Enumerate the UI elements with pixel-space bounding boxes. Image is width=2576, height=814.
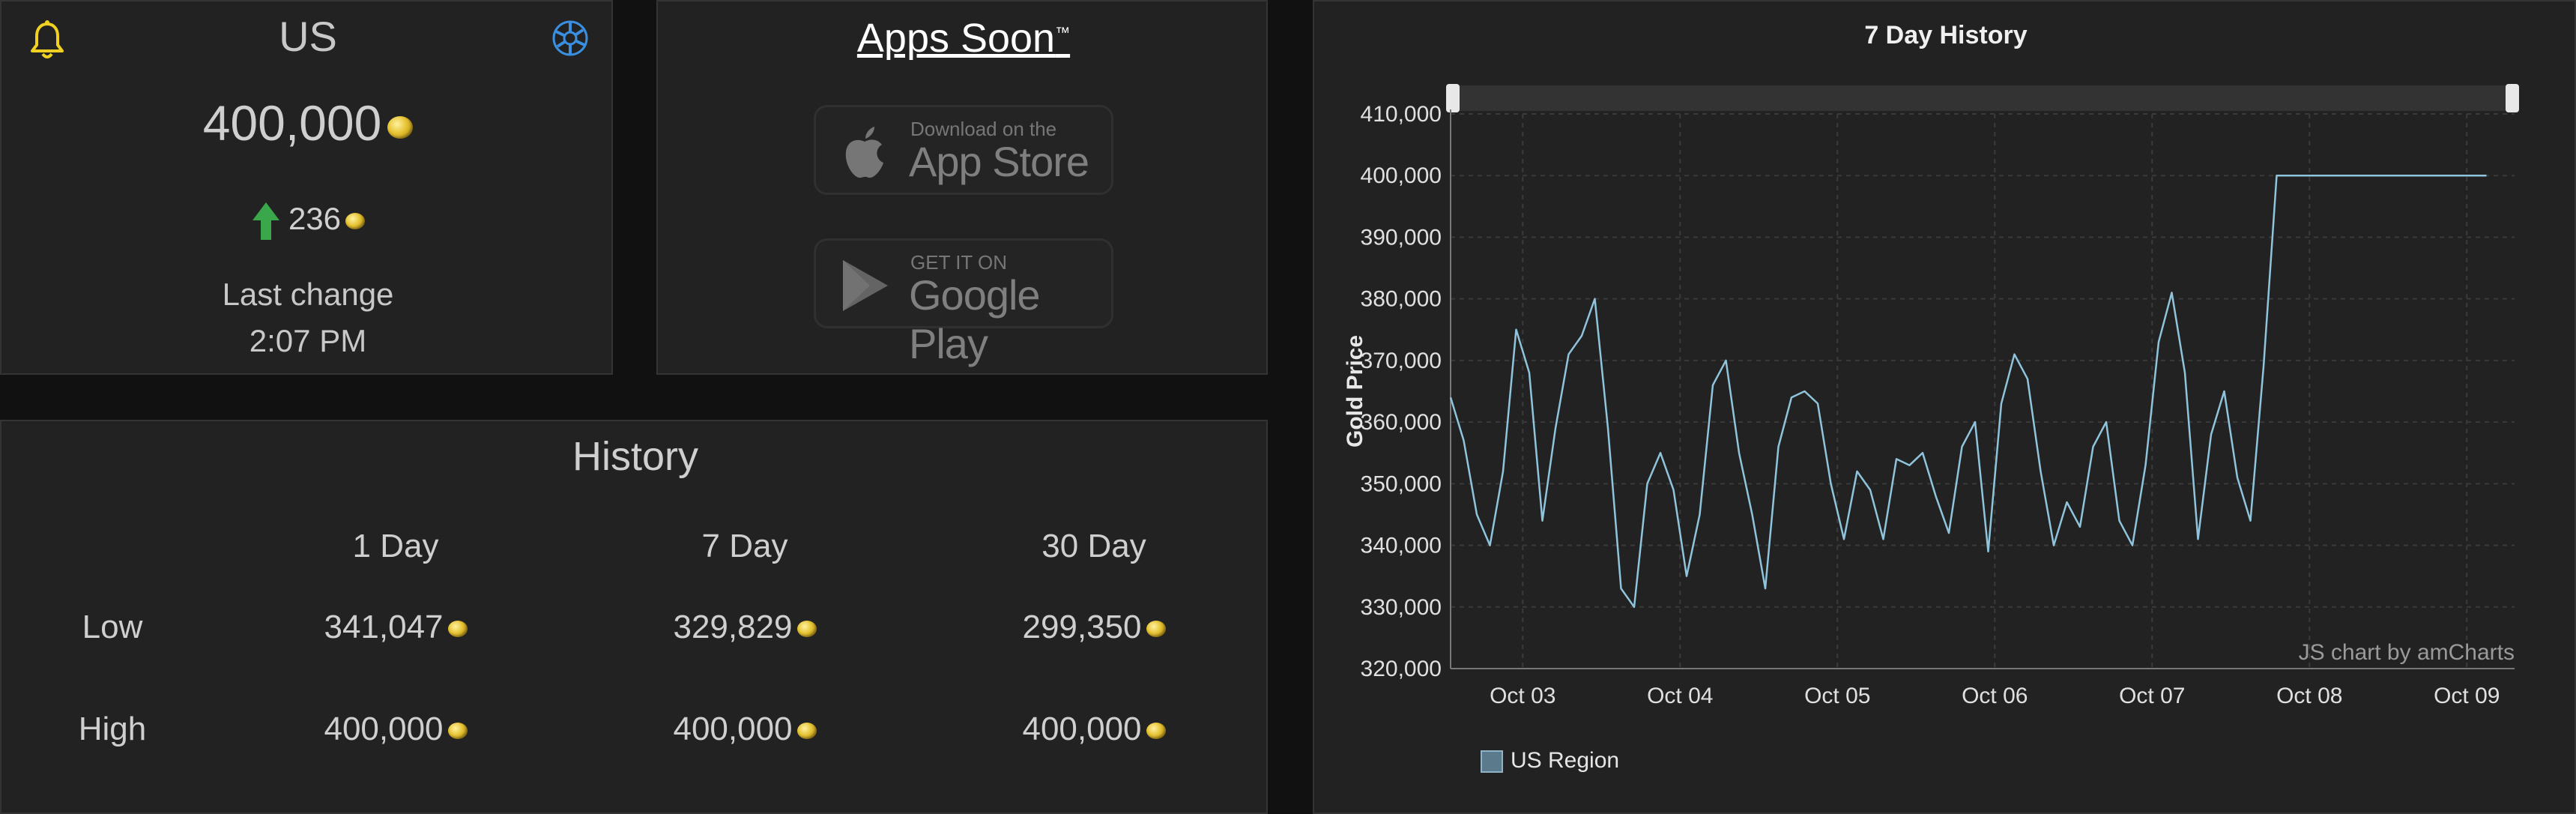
y-tick-label: 360,000: [1361, 410, 1442, 435]
history-row-label-high: High: [78, 711, 147, 747]
history-column-1day: 1 Day: [352, 528, 439, 564]
history-row-label-low: Low: [82, 609, 143, 645]
gold-coin-icon: [447, 621, 468, 638]
scrollbar-right-grip: [2506, 84, 2519, 112]
up-arrow-icon: [252, 202, 279, 240]
gold-coin-icon: [447, 723, 468, 740]
history-column-7day: 7 Day: [701, 528, 788, 564]
google-play-big-text: Google Play: [909, 271, 1041, 367]
history-cell: 329,829: [617, 609, 872, 646]
gold-coin-icon: [345, 213, 366, 229]
chart-scrollbar: [1451, 85, 2510, 111]
gold-coin-icon: [387, 115, 414, 139]
current-price-value: 400,000: [202, 95, 382, 151]
x-tick-label: Oct 08: [2276, 684, 2342, 708]
x-tick-label: Oct 05: [1804, 684, 1870, 708]
y-tick-label: 340,000: [1361, 534, 1442, 558]
region-logo-icon[interactable]: [548, 16, 592, 60]
apple-icon: [845, 127, 883, 178]
y-tick-label: 350,000: [1361, 471, 1442, 496]
last-change: Last change 2:07 PM: [1, 271, 614, 364]
history-cell: 400,000: [268, 711, 523, 748]
x-tick-label: Oct 06: [1962, 684, 2028, 708]
x-tick-label: Oct 07: [2119, 684, 2185, 708]
last-change-time: 2:07 PM: [249, 323, 367, 358]
apps-title-text: Apps Soon: [856, 16, 1056, 61]
history-cell: 400,000: [967, 711, 1221, 748]
legend-label: US Region: [1511, 748, 1620, 773]
history-cell: 299,350: [967, 609, 1221, 646]
x-tick-label: Oct 09: [2434, 684, 2500, 708]
y-tick-label: 320,000: [1361, 657, 1442, 681]
y-tick-label: 400,000: [1361, 163, 1442, 188]
apps-title[interactable]: Apps Soon™: [658, 15, 1269, 61]
app-store-badge[interactable]: Download on the App Store: [814, 105, 1113, 195]
history-value: 400,000: [1022, 711, 1142, 747]
x-tick-label: Oct 04: [1647, 684, 1713, 708]
line-chart[interactable]: 320,000 330,000 340,000 350,000 360,000 370,0…: [1314, 1, 2575, 813]
history-value: 341,047: [324, 609, 444, 645]
history-cell: 400,000: [617, 711, 872, 748]
gold-coin-icon: [796, 723, 817, 740]
gold-coin-icon: [1146, 723, 1166, 740]
last-change-label: Last change: [222, 277, 394, 312]
history-card: History 1 Day 7 Day 30 Day Low 341,047 3…: [0, 420, 1268, 814]
history-title: History: [572, 434, 698, 479]
apps-card: Apps Soon™ Download on the App Store GET…: [656, 0, 1268, 375]
y-axis-label: Gold Price: [1343, 335, 1367, 447]
price-card: US 400,000 236 Last change 2:07 PM: [0, 0, 613, 375]
history-cell: 341,047: [268, 609, 523, 646]
history-column-30day: 30 Day: [1041, 528, 1146, 564]
y-tick-label: 370,000: [1361, 349, 1442, 373]
y-tick-label: 390,000: [1361, 225, 1442, 250]
series-line-us-region: [1449, 174, 2487, 609]
history-value: 299,350: [1022, 609, 1142, 645]
scrollbar-left-grip: [1446, 84, 1460, 112]
google-play-badge[interactable]: GET IT ON Google Play: [814, 238, 1113, 367]
chart-credit: JS chart by amCharts: [2299, 640, 2515, 665]
gold-coin-icon: [1146, 621, 1166, 638]
chart-legend[interactable]: US Region: [1481, 748, 1619, 774]
y-tick-label: 410,000: [1361, 102, 1442, 127]
current-price: 400,000: [1, 94, 614, 151]
app-store-big-text: App Store: [909, 138, 1089, 185]
price-change: 236: [1, 201, 614, 241]
legend-swatch: [1481, 750, 1503, 774]
y-tick-label: 380,000: [1361, 287, 1442, 312]
x-tick-label: Oct 03: [1490, 684, 1555, 708]
trademark: ™: [1055, 25, 1071, 41]
region-name: US: [279, 13, 337, 60]
gold-coin-icon: [796, 621, 817, 638]
history-value: 400,000: [324, 711, 444, 747]
history-value: 400,000: [673, 711, 793, 747]
play-icon: [843, 260, 888, 311]
chart-card: 7 Day History 320,000 330,000 340,000 350,0…: [1313, 0, 2576, 814]
price-change-value: 236: [288, 201, 342, 237]
history-value: 329,829: [673, 609, 793, 645]
y-tick-label: 330,000: [1361, 595, 1442, 620]
